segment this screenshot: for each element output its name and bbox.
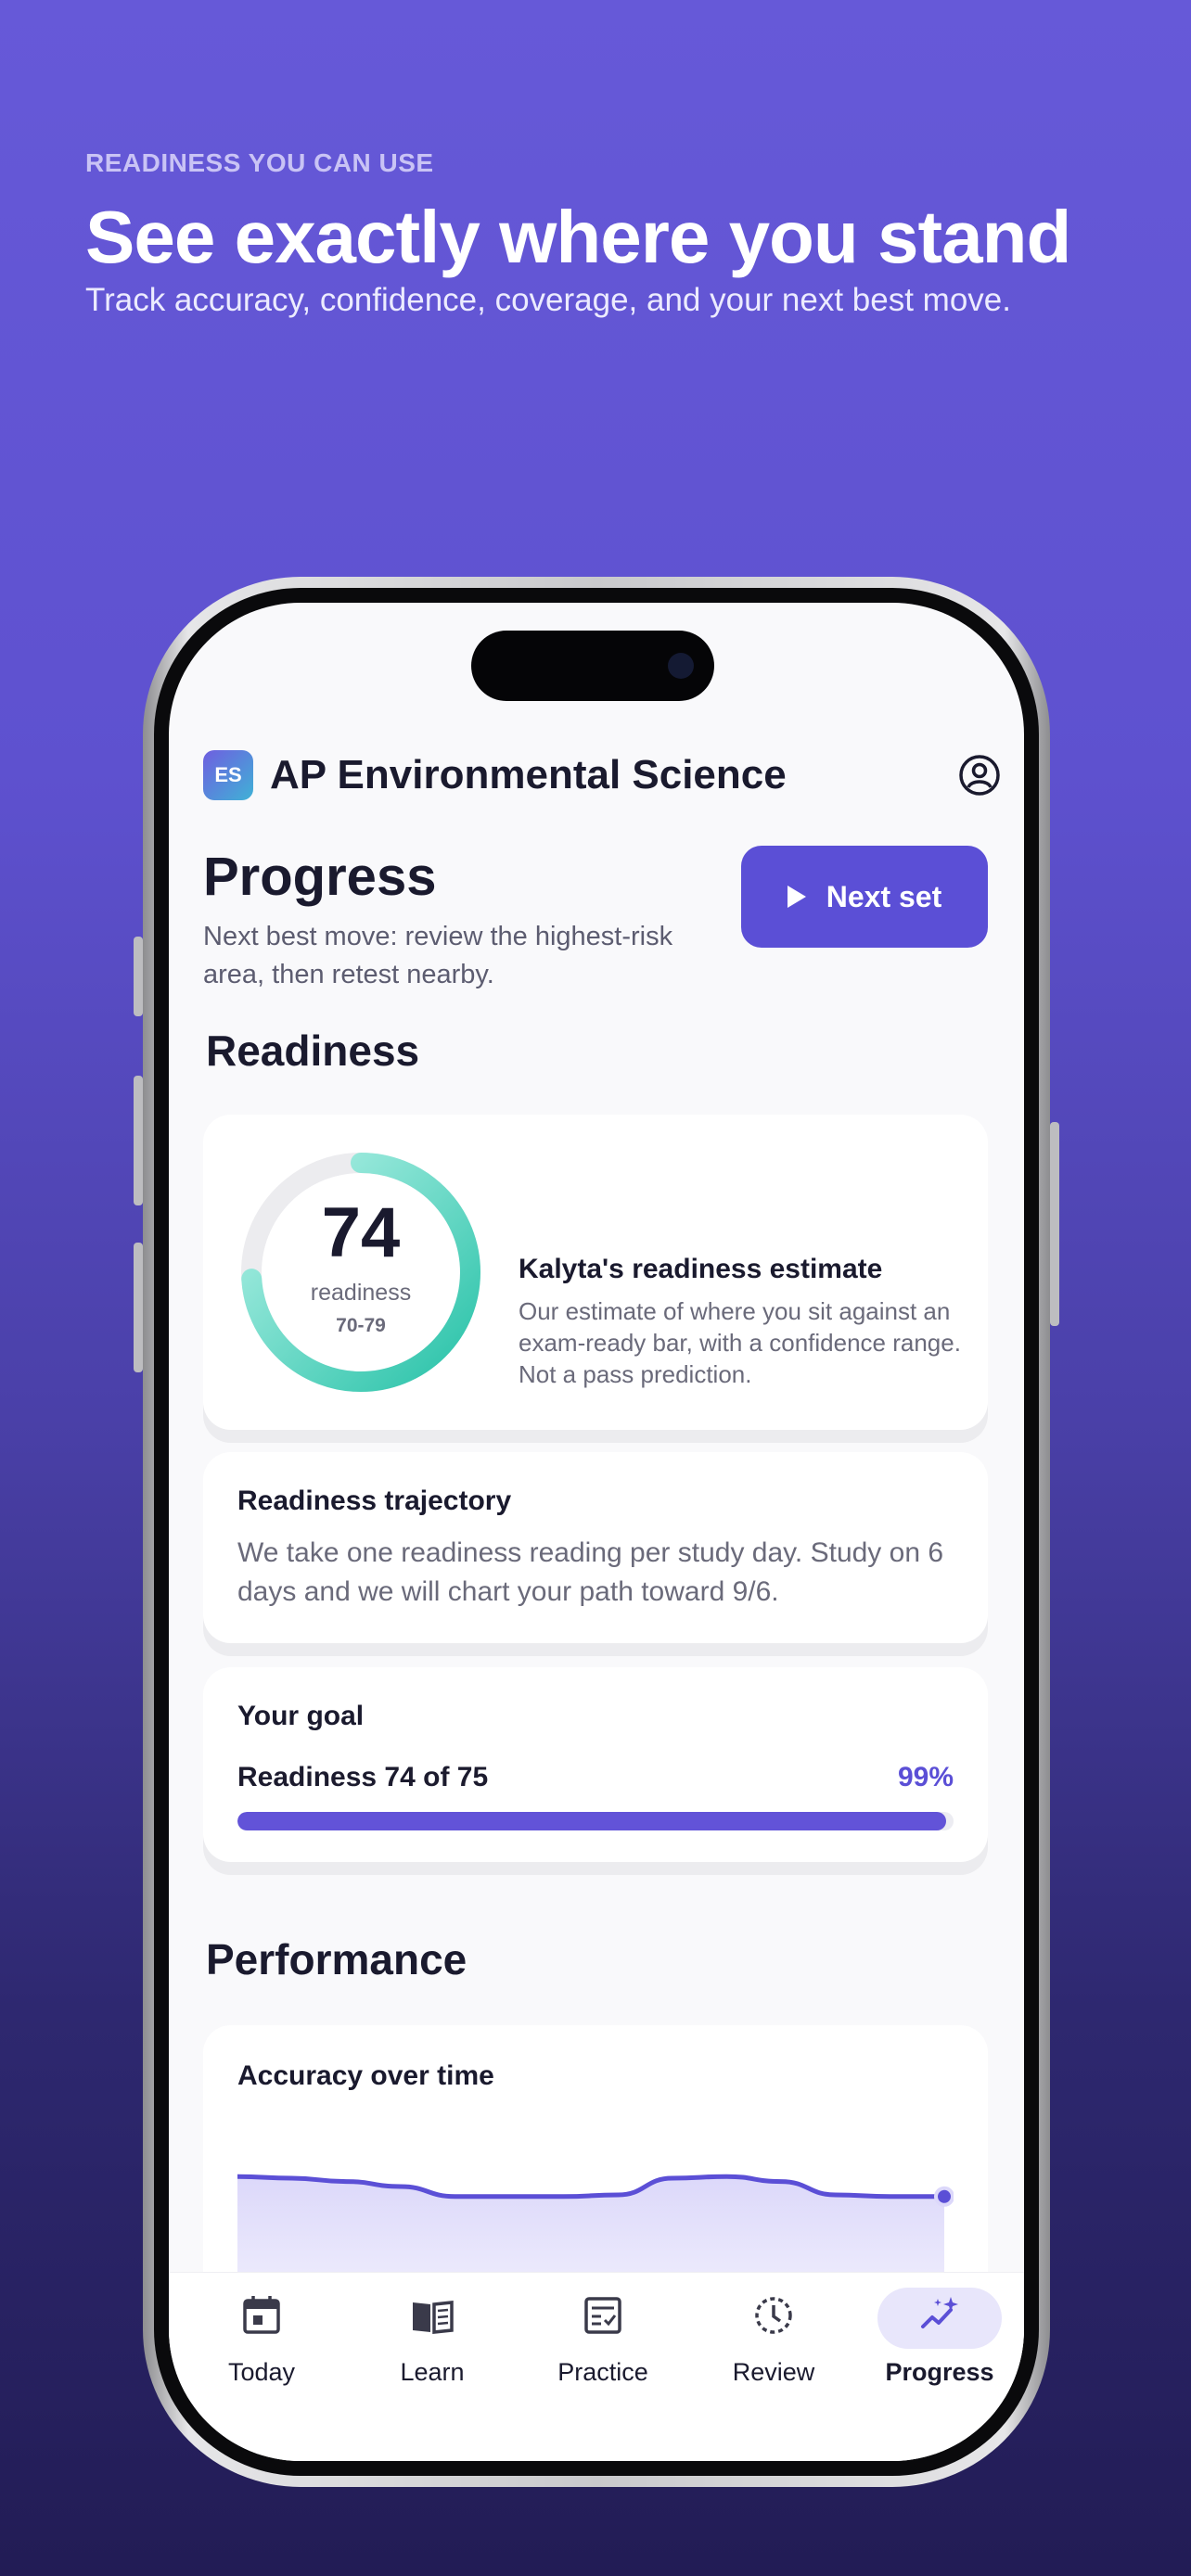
phone-power-button [1050, 1122, 1059, 1326]
phone-bezel: ES AP Environmental Science Progress Nex… [154, 588, 1039, 2476]
tab-bar: Today Learn Practice Review Progress [169, 2272, 1024, 2461]
app-badge: ES [203, 750, 253, 800]
readiness-section-title: Readiness [206, 1027, 420, 1075]
tab-review-label: Review [732, 2358, 815, 2386]
trajectory-body: We take one readiness reading per study … [237, 1537, 944, 1607]
app-title[interactable]: AP Environmental Science [270, 752, 787, 798]
readiness-estimate-title: Kalyta's readiness estimate [519, 1254, 883, 1284]
tab-review[interactable]: Review [704, 2291, 843, 2421]
goal-label: Readiness 74 of 75 [237, 1762, 489, 1792]
readiness-range: 70-79 [336, 1315, 386, 1336]
tab-today-label: Today [227, 2358, 296, 2386]
goal-row: Readiness 74 of 75 99% [237, 1762, 954, 1793]
goal-title: Your goal [237, 1701, 365, 1731]
tab-progress-label: Progress [885, 2358, 994, 2386]
next-set-button[interactable]: Next set [741, 846, 988, 948]
clock-icon [755, 2297, 792, 2334]
hero-eyebrow: READINESS YOU CAN USE [85, 148, 434, 177]
page-subtitle: Next best move: review the highest-risk … [203, 922, 673, 990]
readiness-score-label: readiness [310, 1280, 412, 1306]
hero: READINESS YOU CAN USE See exactly where … [85, 148, 1143, 319]
readiness-score: 74 [321, 1193, 401, 1272]
accuracy-title: Accuracy over time [237, 2060, 494, 2091]
user-circle-icon[interactable] [958, 754, 1001, 797]
phone-frame: ES AP Environmental Science Progress Nex… [143, 577, 1050, 2487]
readiness-estimate-card[interactable]: 74 readiness 70-79 Kalyta's readiness es… [203, 1115, 988, 1430]
camera-icon [668, 653, 694, 679]
tab-learn-label: Learn [400, 2358, 465, 2386]
tab-practice-label: Practice [557, 2358, 648, 2386]
tab-practice[interactable]: Practice [533, 2291, 672, 2421]
phone-action-button [134, 937, 143, 1016]
readiness-estimate-body: Our estimate of where you sit against an… [519, 1297, 961, 1388]
goal-progress-bar [237, 1812, 954, 1830]
tab-progress[interactable]: Progress [870, 2291, 1009, 2421]
dynamic-island [471, 631, 714, 701]
trajectory-title: Readiness trajectory [237, 1486, 512, 1516]
phone-screen: ES AP Environmental Science Progress Nex… [169, 603, 1024, 2461]
trend-sparkle-icon [921, 2297, 958, 2328]
readiness-ring: 74 readiness 70-79 [238, 1150, 483, 1395]
hero-headline: See exactly where you stand [85, 196, 1071, 278]
tab-today[interactable]: Today [192, 2291, 331, 2421]
calendar-icon [243, 2296, 280, 2334]
goal-percent: 99% [897, 1762, 954, 1792]
next-set-label: Next set [826, 879, 942, 913]
hero-subline: Track accuracy, confidence, coverage, an… [85, 282, 1011, 318]
checklist-icon [584, 2297, 621, 2334]
accuracy-latest-point [934, 2186, 954, 2207]
tab-learn[interactable]: Learn [363, 2291, 502, 2421]
play-icon [787, 886, 806, 908]
goal-progress-fill [237, 1812, 947, 1830]
page-title: Progress [203, 847, 437, 907]
readiness-trajectory-card[interactable]: Readiness trajectory We take one readine… [203, 1452, 988, 1643]
goal-card[interactable]: Your goal Readiness 74 of 75 99% [203, 1667, 988, 1862]
app-bar: ES AP Environmental Science [203, 749, 1001, 801]
phone-volume-up-button [134, 1076, 143, 1205]
book-icon [413, 2301, 454, 2334]
performance-section-title: Performance [206, 1935, 467, 1983]
phone-volume-down-button [134, 1243, 143, 1372]
